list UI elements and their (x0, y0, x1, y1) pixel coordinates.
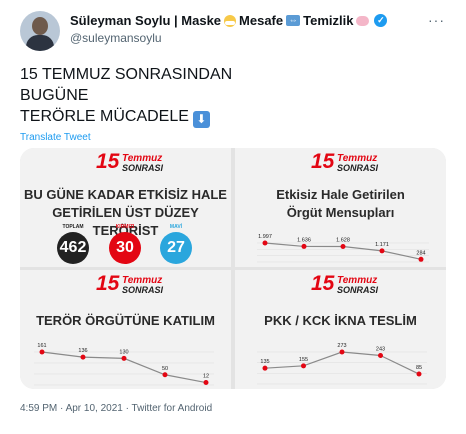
line-chart-katilim: 161 136 130 50 12 (34, 343, 214, 386)
stat-circle-blue: 27 (160, 232, 192, 264)
display-name-text-3: Temizlik (303, 13, 354, 28)
data-label: 1.628 (336, 238, 350, 244)
display-name-text-2: Mesafe (239, 13, 284, 28)
data-label: 243 (376, 347, 385, 353)
verified-badge-icon: ✓ (374, 14, 388, 27)
image-panel-2[interactable]: 15 Temmuz SONRASI Etkisiz Hale Getirilen… (235, 148, 446, 267)
data-label: 1.636 (297, 237, 311, 243)
left-right-arrow-icon: ⇔ (286, 15, 301, 26)
data-point (121, 355, 127, 361)
line-chart-ikna-teslim: 135 155 273 243 85 (257, 343, 427, 385)
image-panel-4[interactable]: 15 Temmuz SONRASI PKK / KCK İKNA TESLİM … (235, 270, 446, 389)
data-point (301, 243, 307, 249)
data-label: 155 (299, 357, 308, 363)
stat-label-blue: MAVİ (169, 224, 183, 230)
logo-line2: SONRASI (122, 163, 164, 173)
avatar-head (32, 17, 48, 35)
media-grid[interactable]: 15 Temmuz SONRASI BU GÜNE KADAR ETKİSİZ … (20, 148, 446, 389)
data-point (339, 349, 345, 355)
tweet-timestamp[interactable]: 4:59 PM · Apr 10, 2021 · Twitter for And… (20, 403, 212, 414)
tweet-text-line3: TERÖRLE MÜCADELE ⬇ (20, 106, 232, 128)
data-point (379, 248, 385, 254)
data-point (262, 240, 268, 246)
data-label: 130 (119, 349, 128, 355)
data-label: 135 (260, 359, 269, 365)
data-label: 50 (162, 366, 168, 372)
series-line (264, 351, 420, 375)
line-chart-etkisiz: 1.997 1.636 1.628 1.171 284 (257, 234, 429, 263)
logo-number: 15 (96, 150, 120, 173)
stat-label-total: TOPLAM (62, 224, 84, 230)
data-label: 85 (416, 365, 422, 371)
down-arrow-icon: ⬇ (192, 111, 210, 128)
panel-title-line1: BU GÜNE KADAR ETKİSİZ HALE (24, 187, 227, 202)
avatar-body (26, 35, 54, 51)
data-point (162, 372, 168, 378)
soap-emoji-icon (356, 15, 370, 26)
data-label: 1.171 (375, 242, 389, 248)
avatar[interactable] (20, 11, 60, 51)
data-point (301, 363, 306, 369)
tweet-text-line3-text: TERÖRLE MÜCADELE (20, 108, 189, 125)
translate-tweet-link[interactable]: Translate Tweet (20, 132, 91, 143)
stat-circle-total: 462 (57, 232, 89, 264)
tweet-card: Süleyman Soylu | Maske Mesafe ⇔ Temizlik… (0, 0, 466, 434)
stat-circle-red: 30 (109, 232, 141, 264)
data-point (203, 380, 209, 386)
data-point (39, 349, 45, 355)
data-point (418, 256, 424, 262)
data-label: 161 (37, 343, 46, 349)
more-icon[interactable]: ··· (428, 12, 445, 28)
data-label: 12 (203, 374, 209, 380)
data-point (262, 365, 268, 371)
user-handle[interactable]: @suleymansoylu (70, 31, 162, 45)
data-point (378, 353, 383, 359)
data-label: 1.997 (258, 234, 272, 240)
display-name[interactable]: Süleyman Soylu | Maske Mesafe ⇔ Temizlik… (70, 13, 388, 28)
data-label: 273 (337, 343, 346, 349)
data-point (416, 371, 422, 377)
data-label: 136 (78, 348, 87, 354)
data-point (80, 354, 86, 360)
tweet-text-line2: BUGÜNE (20, 87, 89, 104)
logo: 15 Temmuz SONRASI (96, 150, 164, 174)
stat-label-red: KIRMIZI (115, 224, 135, 230)
image-panel-1[interactable]: 15 Temmuz SONRASI BU GÜNE KADAR ETKİSİZ … (20, 148, 231, 267)
tweet-text: 15 TEMMUZ SONRASINDAN BUGÜNE TERÖRLE MÜC… (20, 64, 232, 128)
mask-emoji-icon (224, 14, 237, 27)
data-point (340, 244, 346, 250)
data-label: 284 (416, 250, 425, 256)
image-panel-3[interactable]: 15 Temmuz SONRASI TERÖR ÖRGÜTÜNE KATILIM… (20, 270, 231, 389)
display-name-text: Süleyman Soylu | Maske (70, 13, 222, 28)
tweet-text-line1: 15 TEMMUZ SONRASINDAN (20, 66, 233, 83)
